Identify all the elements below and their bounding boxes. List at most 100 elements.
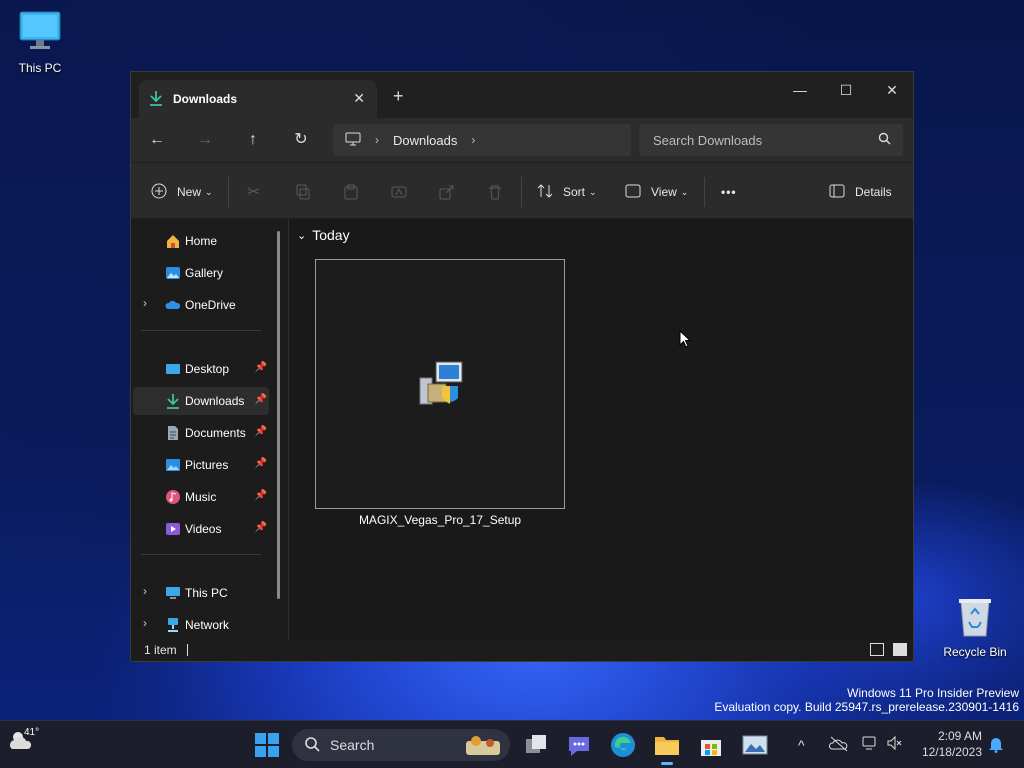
breadcrumb-downloads[interactable]: Downloads bbox=[393, 133, 457, 148]
divider bbox=[228, 177, 229, 207]
sidebar-item-gallery[interactable]: Gallery bbox=[133, 259, 269, 287]
status-divider bbox=[186, 644, 188, 656]
rename-icon[interactable] bbox=[391, 181, 407, 203]
weather-widget[interactable]: 41° bbox=[8, 727, 40, 754]
sidebar-item-documents[interactable]: Documents 📌 bbox=[133, 419, 269, 447]
breadcrumb-chevron-icon[interactable]: › bbox=[471, 133, 475, 147]
maximize-button[interactable]: ☐ bbox=[823, 76, 869, 104]
file-name[interactable]: MAGIX_Vegas_Pro_17_Setup bbox=[315, 513, 565, 527]
download-icon bbox=[149, 90, 163, 109]
file-explorer-taskbar-icon[interactable] bbox=[653, 731, 681, 765]
microsoft-store-icon[interactable] bbox=[697, 731, 725, 759]
cut-icon[interactable]: ✂ bbox=[247, 181, 260, 203]
details-pane-icon bbox=[829, 184, 845, 201]
sort-label: Sort bbox=[563, 185, 586, 199]
pin-icon[interactable]: 📌 bbox=[255, 458, 267, 469]
gallery-icon bbox=[165, 265, 181, 281]
start-button-windows-icon[interactable] bbox=[253, 731, 281, 759]
photo-viewer-icon[interactable] bbox=[741, 731, 769, 759]
sort-button[interactable]: Sort ⌄ bbox=[537, 181, 597, 203]
tab-label: Downloads bbox=[173, 92, 238, 106]
edge-browser-icon[interactable] bbox=[609, 731, 637, 759]
taskbar-search[interactable]: Search bbox=[292, 729, 510, 761]
teams-chat-icon[interactable] bbox=[565, 731, 593, 759]
desktop-recycle-bin[interactable]: Recycle Bin bbox=[935, 596, 1015, 659]
network-icon bbox=[165, 617, 181, 633]
pin-icon[interactable]: 📌 bbox=[255, 362, 267, 373]
share-icon[interactable] bbox=[439, 181, 455, 203]
sidebar-item-music[interactable]: Music 📌 bbox=[133, 483, 269, 511]
sidebar-item-label: Documents bbox=[185, 426, 246, 440]
delete-icon[interactable] bbox=[487, 181, 503, 203]
group-header-today[interactable]: ⌄ Today bbox=[297, 227, 350, 243]
clock[interactable]: 2:09 AM 12/18/2023 bbox=[912, 729, 982, 759]
sidebar-item-label: Network bbox=[185, 618, 230, 632]
search-input[interactable]: Search Downloads bbox=[639, 124, 903, 156]
refresh-button[interactable]: ↻ bbox=[287, 128, 315, 152]
sidebar-item-label: Music bbox=[185, 490, 217, 504]
more-options-button[interactable]: ••• bbox=[721, 181, 737, 203]
sidebar-item-pictures[interactable]: Pictures 📌 bbox=[133, 451, 269, 479]
sidebar-item-this-pc[interactable]: › This PC bbox=[133, 579, 269, 607]
view-button[interactable]: View ⌄ bbox=[625, 181, 688, 203]
monitor-icon bbox=[0, 10, 80, 57]
file-tile[interactable] bbox=[315, 259, 565, 509]
title-bar: Downloads ✕ + — ☐ ✕ bbox=[131, 72, 913, 118]
pc-monitor-icon bbox=[345, 132, 361, 149]
chevron-right-icon[interactable]: › bbox=[143, 584, 147, 598]
sidebar-item-label: Gallery bbox=[185, 266, 224, 280]
sidebar-item-videos[interactable]: Videos 📌 bbox=[133, 515, 269, 543]
details-view-icon[interactable] bbox=[870, 643, 884, 656]
search-highlight-icon bbox=[464, 733, 504, 760]
pin-icon[interactable]: 📌 bbox=[255, 426, 267, 437]
tab-downloads[interactable]: Downloads ✕ bbox=[139, 80, 377, 118]
task-view-icon[interactable] bbox=[522, 731, 550, 759]
paste-icon[interactable] bbox=[343, 181, 359, 203]
navigation-pane: Home Gallery › OneDrive Desktop 📌 Downlo… bbox=[131, 219, 289, 639]
volume-muted-icon[interactable] bbox=[886, 735, 902, 754]
copy-icon[interactable] bbox=[295, 181, 311, 203]
up-button[interactable]: ↑ bbox=[239, 128, 267, 152]
sidebar-item-downloads[interactable]: Downloads 📌 bbox=[133, 387, 269, 415]
chevron-right-icon[interactable]: › bbox=[143, 616, 147, 630]
sidebar-item-home[interactable]: Home bbox=[133, 227, 269, 255]
close-button[interactable]: ✕ bbox=[869, 76, 915, 104]
desktop-this-pc[interactable]: This PC bbox=[0, 10, 80, 75]
sidebar-divider bbox=[141, 554, 261, 555]
videos-icon bbox=[165, 521, 181, 537]
sidebar-scrollbar[interactable] bbox=[277, 231, 280, 599]
sidebar-item-desktop[interactable]: Desktop 📌 bbox=[133, 355, 269, 383]
tab-close-icon[interactable]: ✕ bbox=[353, 90, 365, 107]
sidebar-item-label: Downloads bbox=[185, 394, 245, 408]
watermark-line-2: Evaluation copy. Build 25947.rs_prerelea… bbox=[714, 700, 1019, 714]
weather-temp: 41° bbox=[24, 727, 40, 738]
minimize-button[interactable]: — bbox=[777, 76, 823, 104]
notification-bell-icon[interactable] bbox=[988, 735, 1004, 756]
address-bar[interactable]: › Downloads › bbox=[333, 124, 631, 156]
divider bbox=[704, 177, 705, 207]
network-status-icon[interactable] bbox=[862, 735, 878, 754]
new-button[interactable]: New ⌄ bbox=[151, 181, 213, 203]
new-label: New bbox=[177, 185, 202, 199]
pin-icon[interactable]: 📌 bbox=[255, 522, 267, 533]
mouse-cursor-icon bbox=[679, 329, 692, 351]
chevron-down-icon: ⌄ bbox=[589, 186, 597, 197]
pin-icon[interactable]: 📌 bbox=[255, 394, 267, 405]
pictures-icon bbox=[165, 457, 181, 473]
chevron-down-icon: ⌄ bbox=[680, 186, 689, 197]
desktop-icon bbox=[165, 361, 181, 377]
details-button[interactable]: Details bbox=[829, 181, 892, 203]
new-tab-button[interactable]: + bbox=[393, 86, 404, 107]
back-button[interactable]: ← bbox=[143, 128, 171, 152]
sidebar-item-onedrive[interactable]: › OneDrive bbox=[133, 291, 269, 319]
onedrive-icon bbox=[165, 297, 181, 313]
chevron-right-icon[interactable]: › bbox=[143, 296, 147, 310]
onedrive-offline-icon[interactable] bbox=[828, 735, 849, 756]
desktop-this-pc-label: This PC bbox=[18, 61, 62, 75]
pin-icon[interactable]: 📌 bbox=[255, 490, 267, 501]
forward-button[interactable]: → bbox=[191, 128, 219, 152]
sidebar-item-label: OneDrive bbox=[185, 298, 236, 312]
large-icons-view-icon[interactable] bbox=[893, 643, 907, 656]
sidebar-item-network[interactable]: › Network bbox=[133, 611, 269, 639]
show-hidden-icons-chevron-icon[interactable]: ^ bbox=[798, 737, 805, 753]
